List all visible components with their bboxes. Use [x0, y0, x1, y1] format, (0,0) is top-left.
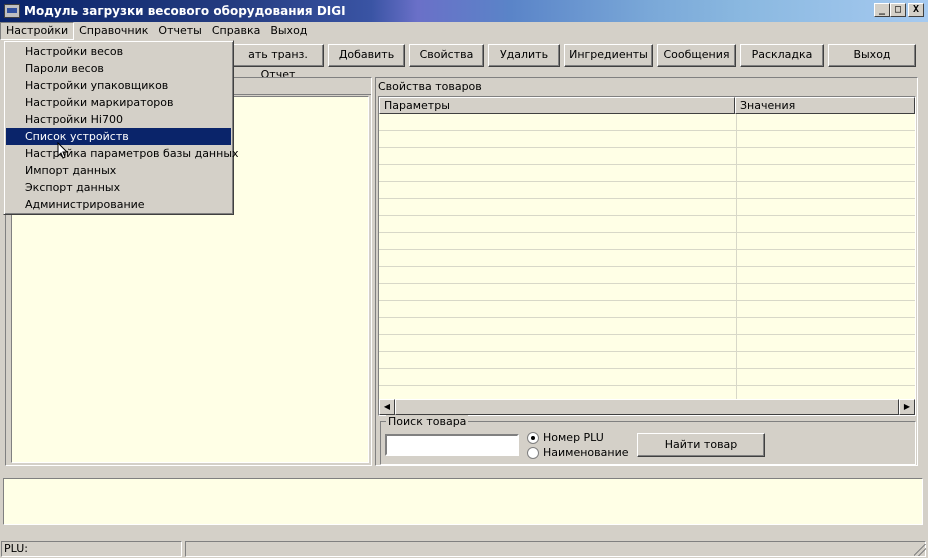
menu-item-database-settings[interactable]: Настройка параметров базы данных: [6, 145, 239, 162]
maximize-button[interactable]: □: [890, 3, 906, 17]
ingredients-button[interactable]: Ингредиенты: [564, 44, 653, 67]
grid-cell-param[interactable]: [379, 165, 737, 181]
settings-dropdown: Настройки весов Пароли весов Настройки упа…: [3, 40, 239, 215]
grid-row[interactable]: [379, 369, 915, 386]
close-button[interactable]: X: [908, 3, 924, 17]
grid-cell-param[interactable]: [379, 233, 737, 249]
col-header-params[interactable]: Параметры: [379, 97, 735, 114]
menu-item-hi700-settings[interactable]: Настройки Hi700: [6, 111, 231, 128]
grid-row[interactable]: [379, 182, 915, 199]
resize-grip-icon[interactable]: [914, 544, 926, 556]
grid-cell-param[interactable]: [379, 335, 737, 351]
menu-item-device-list[interactable]: Список устройств: [6, 128, 231, 145]
grid-row[interactable]: [379, 335, 915, 352]
print-transaction-report-button[interactable]: ать транз. Отчет: [232, 44, 324, 81]
minimize-button[interactable]: _: [874, 3, 890, 17]
messages-button[interactable]: Сообщения: [657, 44, 736, 67]
search-legend: Поиск товара: [386, 415, 469, 428]
status-plu: PLU:: [1, 541, 182, 557]
delete-button[interactable]: Удалить: [488, 44, 560, 67]
grid-cell-param[interactable]: [379, 216, 737, 232]
grid-cell-param[interactable]: [379, 267, 737, 283]
title-bar[interactable]: Модуль загрузки весового оборудования DI…: [0, 0, 928, 22]
menu-reference[interactable]: Справочник: [74, 22, 153, 40]
add-button[interactable]: Добавить: [328, 44, 405, 67]
scroll-left-icon[interactable]: ◀: [379, 399, 395, 415]
properties-button[interactable]: Свойства: [409, 44, 484, 67]
menu-item-labeler-settings[interactable]: Настройки маркираторов: [6, 94, 231, 111]
search-input[interactable]: [385, 434, 519, 456]
mouse-cursor-icon: [57, 142, 69, 159]
grid-header: Параметры Значения: [379, 97, 915, 114]
col-header-values[interactable]: Значения: [735, 97, 915, 114]
grid-row[interactable]: [379, 318, 915, 335]
properties-panel: Свойства товаров Параметры Значения ◀ ▶ …: [375, 77, 918, 466]
grid-row[interactable]: [379, 233, 915, 250]
radio-plu-dot[interactable]: [527, 431, 539, 444]
menu-item-scale-passwords[interactable]: Пароли весов: [6, 60, 231, 77]
status-bar: PLU:: [0, 540, 928, 558]
log-panel[interactable]: [3, 478, 923, 525]
grid-cell-param[interactable]: [379, 284, 737, 300]
grid-cell-param[interactable]: [379, 352, 737, 368]
grid-cell-param[interactable]: [379, 114, 737, 130]
status-message: [185, 541, 926, 557]
menu-item-scale-settings[interactable]: Настройки весов: [6, 43, 231, 60]
radio-plu-label: Номер PLU: [543, 431, 604, 444]
scroll-right-icon[interactable]: ▶: [899, 399, 915, 415]
grid-row[interactable]: [379, 352, 915, 369]
window-controls: _ □ X: [874, 3, 924, 17]
radio-name[interactable]: Наименование: [527, 446, 628, 459]
menu-item-export-data[interactable]: Экспорт данных: [6, 179, 231, 196]
grid-row[interactable]: [379, 148, 915, 165]
exit-button[interactable]: Выход: [828, 44, 916, 67]
grid-cell-param[interactable]: [379, 250, 737, 266]
grid-row[interactable]: [379, 250, 915, 267]
properties-title: Свойства товаров: [378, 80, 482, 93]
grid-rows: [379, 114, 915, 403]
grid-cell-param[interactable]: [379, 148, 737, 164]
grid-cell-param[interactable]: [379, 369, 737, 385]
layout-button[interactable]: Раскладка: [740, 44, 824, 67]
search-group: Поиск товара Номер PLU Наименование Найт…: [380, 415, 916, 465]
grid-row[interactable]: [379, 267, 915, 284]
properties-grid[interactable]: Параметры Значения ◀ ▶: [378, 96, 916, 416]
grid-cell-param[interactable]: [379, 318, 737, 334]
radio-plu[interactable]: Номер PLU: [527, 431, 604, 444]
horizontal-scrollbar[interactable]: ◀ ▶: [379, 399, 915, 415]
grid-row[interactable]: [379, 165, 915, 182]
grid-row[interactable]: [379, 216, 915, 233]
grid-row[interactable]: [379, 114, 915, 131]
grid-cell-param[interactable]: [379, 131, 737, 147]
menu-bar: Настройки Справочник Отчеты Справка Выхо…: [0, 22, 928, 40]
menu-item-administration[interactable]: Администрирование: [6, 196, 231, 213]
scroll-thumb[interactable]: [395, 399, 899, 415]
grid-row[interactable]: [379, 131, 915, 148]
grid-cell-param[interactable]: [379, 301, 737, 317]
radio-name-dot[interactable]: [527, 446, 539, 459]
window-title: Модуль загрузки весового оборудования DI…: [24, 4, 346, 18]
grid-row[interactable]: [379, 199, 915, 216]
grid-cell-param[interactable]: [379, 199, 737, 215]
grid-cell-param[interactable]: [379, 182, 737, 198]
radio-name-label: Наименование: [543, 446, 629, 459]
grid-row[interactable]: [379, 301, 915, 318]
menu-reports[interactable]: Отчеты: [153, 22, 206, 40]
find-product-button[interactable]: Найти товар: [637, 433, 765, 457]
menu-item-import-data[interactable]: Импорт данных: [6, 162, 231, 179]
menu-exit[interactable]: Выход: [265, 22, 312, 40]
grid-row[interactable]: [379, 284, 915, 301]
menu-help[interactable]: Справка: [207, 22, 265, 40]
menu-settings[interactable]: Настройки: [0, 22, 75, 40]
menu-item-packer-settings[interactable]: Настройки упаковщиков: [6, 77, 231, 94]
app-icon[interactable]: [4, 4, 20, 18]
